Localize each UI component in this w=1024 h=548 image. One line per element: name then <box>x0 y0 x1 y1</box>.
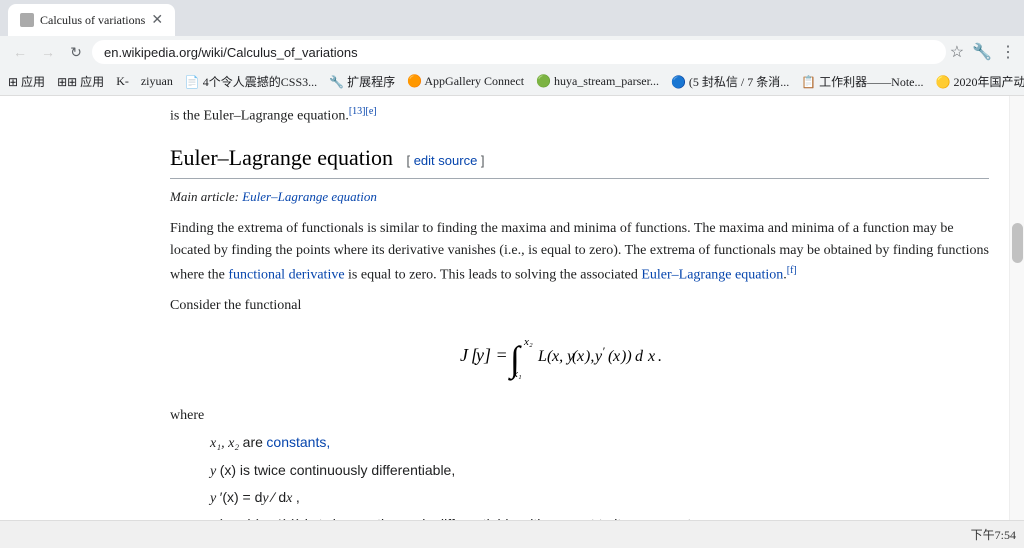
def-item-2: y (x) is twice continuously differentiab… <box>210 459 989 483</box>
intro-refs: [13][e] <box>349 106 377 117</box>
svg-text:x: x <box>612 348 620 365</box>
bookmark-ext[interactable]: 🔧 扩展程序 <box>329 73 395 90</box>
main-article-ref: Main article: Euler–Lagrange equation <box>170 187 989 208</box>
tab-title: Calculus of variations <box>40 13 145 28</box>
integral-formula-svg: J [ y ] = ∫ x₂ x₁ L ( x, y ( x ), y ′ ( <box>450 329 710 384</box>
navigation-bar: ← → ↻ ☆ 🔧 ⋮ <box>0 36 1024 68</box>
math-formula-main: J [ y ] = ∫ x₂ x₁ L ( x, y ( x ), y ′ ( <box>170 329 989 393</box>
back-button[interactable]: ← <box>8 40 32 64</box>
intro-text: is the Euler–Lagrange equation. <box>170 109 349 124</box>
intro-partial: is the Euler–Lagrange equation.[13][e] <box>170 104 989 128</box>
paragraph-1: Finding the extrema of functionals is si… <box>170 218 989 287</box>
svg-text:] =: ] = <box>483 345 508 365</box>
active-tab[interactable]: Calculus of variations ✕ <box>8 4 175 36</box>
functional-derivative-link[interactable]: functional derivative <box>228 267 344 282</box>
edit-bracket-open: [ <box>406 153 413 168</box>
edit-source-anchor[interactable]: edit source <box>414 153 478 168</box>
euler-lagrange-link-text[interactable]: Euler–Lagrange equation <box>641 267 783 282</box>
bookmark-apps[interactable]: ⊞ 应用 <box>8 73 45 90</box>
constants-link[interactable]: constants, <box>266 434 330 450</box>
taskbar-time: 下午7:54 <box>971 526 1016 543</box>
bottom-taskbar: 下午7:54 <box>0 520 1024 548</box>
browser-icons: ☆ 🔧 ⋮ <box>950 42 1016 62</box>
svg-text:d: d <box>635 348 644 365</box>
where-label: where <box>170 405 989 427</box>
svg-text:),: ), <box>584 348 594 365</box>
edit-source-link[interactable]: [ edit source ] <box>406 153 484 168</box>
svg-text:L: L <box>537 348 547 365</box>
svg-text:J: J <box>460 345 469 365</box>
main-article-prefix: Main article: <box>170 189 239 204</box>
wiki-content: is the Euler–Lagrange equation.[13][e] E… <box>0 96 1009 520</box>
def-item-4: L(x, y (x), y ′(x)) is twice continuousl… <box>210 513 989 520</box>
scrollbar[interactable] <box>1009 96 1024 520</box>
bookmark-mail[interactable]: 🔵 (5 封私信 / 7 条消... <box>671 73 789 90</box>
star-icon[interactable]: ☆ <box>950 42 964 62</box>
bookmarks-bar: ⊞ 应用 ⊞⊞ 应用 K- ziyuan 📄 4个令人震撼的CSS3... 🔧 … <box>0 68 1024 96</box>
main-article-link[interactable]: Euler–Lagrange equation <box>242 189 377 204</box>
edit-bracket-close: ] <box>477 153 484 168</box>
forward-button[interactable]: → <box>36 40 60 64</box>
tab-bar: Calculus of variations ✕ <box>0 0 1024 36</box>
tab-close-button[interactable]: ✕ <box>151 12 163 29</box>
para1-text2: is equal to zero. This leads to solving … <box>348 267 638 282</box>
refresh-button[interactable]: ↻ <box>64 40 88 64</box>
section-title-text: Euler–Lagrange equation <box>170 145 393 170</box>
bookmark-apps2[interactable]: ⊞⊞ 应用 <box>57 73 104 90</box>
bookmark-css3[interactable]: 📄 4个令人震撼的CSS3... <box>185 73 317 90</box>
svg-text:.: . <box>658 348 662 365</box>
def-item-1: x₁, x₂ are constants, <box>210 431 989 455</box>
bookmark-anime[interactable]: 🟡 2020年国产动漫《... <box>936 73 1024 90</box>
browser-chrome: Calculus of variations ✕ ← → ↻ ☆ 🔧 ⋮ ⊞ 应… <box>0 0 1024 96</box>
definition-list: x₁, x₂ are constants, y (x) is twice con… <box>210 431 989 520</box>
bookmark-ziyuan[interactable]: ziyuan <box>141 74 173 89</box>
bookmark-note[interactable]: 📋 工作利器——Note... <box>801 73 923 90</box>
bookmark-huya[interactable]: 🟢 huya_stream_parser... <box>536 74 659 89</box>
scrollbar-thumb[interactable] <box>1012 223 1023 263</box>
svg-text:)): )) <box>620 348 632 365</box>
extension-icon[interactable]: 🔧 <box>972 42 992 62</box>
svg-text:′: ′ <box>602 344 605 358</box>
para1-ref: [f] <box>787 265 797 276</box>
tab-favicon <box>20 13 34 27</box>
def-item-3: y ′(x) = dy ∕ dx , <box>210 486 989 510</box>
address-bar[interactable] <box>92 40 946 64</box>
svg-text:x₁: x₁ <box>512 368 522 380</box>
svg-text:y: y <box>474 345 484 365</box>
svg-text:x: x <box>576 348 584 365</box>
bookmark-k[interactable]: K- <box>116 74 129 89</box>
content-area: is the Euler–Lagrange equation.[13][e] E… <box>0 96 1024 520</box>
menu-icon[interactable]: ⋮ <box>1000 42 1016 62</box>
bookmark-appgallery[interactable]: 🟠 AppGallery Connect <box>407 74 524 89</box>
svg-text:x₂: x₂ <box>523 336 533 348</box>
consider-text: Consider the functional <box>170 295 989 317</box>
svg-text:x: x <box>647 348 655 365</box>
section-heading: Euler–Lagrange equation [ edit source ] <box>170 140 989 179</box>
